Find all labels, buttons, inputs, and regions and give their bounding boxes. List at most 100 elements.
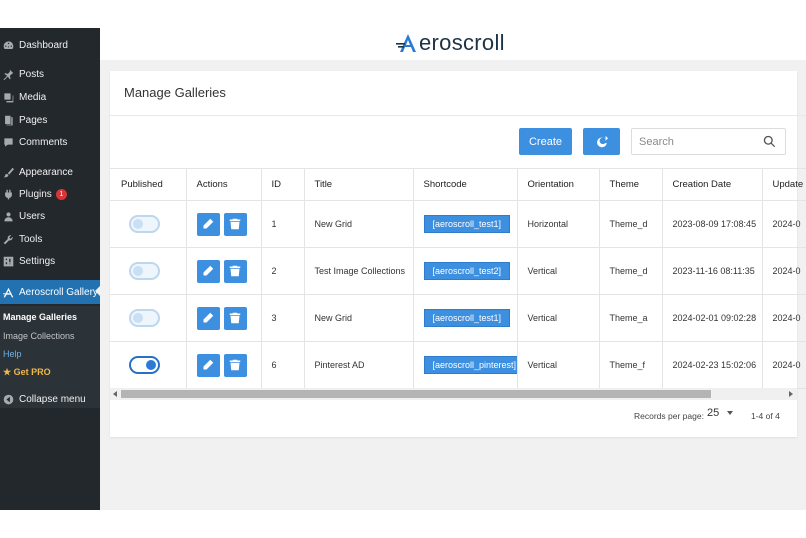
shortcode-chip[interactable]: [aeroscroll_test1] bbox=[423, 215, 511, 233]
trash-icon bbox=[229, 218, 241, 230]
column-header-title[interactable]: Title bbox=[304, 168, 414, 201]
submenu-manage-galleries[interactable]: Manage Galleries bbox=[3, 312, 77, 322]
search-icon[interactable] bbox=[763, 135, 776, 148]
cell-orientation: Horizontal bbox=[517, 200, 600, 248]
brush-icon bbox=[2, 166, 14, 178]
settings-icon bbox=[2, 255, 14, 267]
refresh-icon bbox=[597, 135, 608, 148]
sidebar-item-label: Tools bbox=[19, 233, 43, 245]
trash-icon bbox=[229, 359, 241, 371]
cell-update-date: 2024-0 bbox=[762, 247, 806, 295]
sidebar-item-plugins[interactable]: Plugins 1 bbox=[0, 183, 100, 205]
column-header-update-date[interactable]: Update bbox=[762, 168, 806, 201]
chevron-down-icon bbox=[727, 411, 734, 415]
search-field bbox=[631, 128, 786, 155]
delete-button[interactable] bbox=[223, 353, 247, 377]
sidebar-collapse-menu[interactable]: Collapse menu bbox=[0, 388, 100, 410]
page-title: Manage Galleries bbox=[124, 85, 226, 100]
shortcode-chip[interactable]: [aeroscroll_test1] bbox=[423, 309, 511, 327]
column-header-theme[interactable]: Theme bbox=[599, 168, 663, 201]
delete-button[interactable] bbox=[223, 306, 247, 330]
search-input[interactable] bbox=[639, 134, 754, 150]
cell-id: 6 bbox=[261, 341, 305, 389]
pagination-range: 1-4 of 4 bbox=[751, 411, 780, 421]
collapse-menu-label: Collapse menu bbox=[19, 393, 86, 405]
logo-text: eroscroll bbox=[419, 30, 505, 55]
admin-sidebar: Dashboard Posts Media Pages Comments App… bbox=[0, 28, 100, 510]
shortcode-chip[interactable]: [aeroscroll_pinterest] bbox=[423, 356, 516, 374]
wrench-icon bbox=[2, 233, 14, 245]
column-header-published[interactable]: Published bbox=[110, 168, 187, 201]
scrollbar-thumb[interactable] bbox=[121, 390, 711, 398]
submenu-get-pro[interactable]: ★ Get PRO bbox=[3, 367, 51, 378]
submenu-image-collections[interactable]: Image Collections bbox=[3, 331, 75, 341]
delete-button[interactable] bbox=[223, 212, 247, 236]
sidebar-item-appearance[interactable]: Appearance bbox=[0, 161, 100, 183]
column-header-orientation[interactable]: Orientation bbox=[517, 168, 600, 201]
cell-orientation: Vertical bbox=[517, 247, 600, 295]
column-header-creation-date[interactable]: Creation Date bbox=[662, 168, 763, 201]
trash-icon bbox=[229, 265, 241, 277]
sidebar-item-posts[interactable]: Posts bbox=[0, 63, 100, 85]
delete-button[interactable] bbox=[223, 259, 247, 283]
sidebar-item-pages[interactable]: Pages bbox=[0, 109, 100, 131]
sidebar-item-label: Media bbox=[19, 91, 47, 103]
column-header-id[interactable]: ID bbox=[261, 168, 305, 201]
table-row: 3 New Grid [aeroscroll_test1] Vertical T… bbox=[110, 294, 806, 342]
user-icon bbox=[2, 210, 14, 222]
trash-icon bbox=[229, 312, 241, 324]
cell-id: 1 bbox=[261, 200, 305, 248]
scroll-left-icon[interactable] bbox=[113, 391, 117, 397]
sidebar-item-label: Pages bbox=[19, 114, 48, 126]
records-per-page-select[interactable]: 25 bbox=[707, 407, 734, 419]
cell-update-date: 2024-0 bbox=[762, 200, 806, 248]
sidebar-item-tools[interactable]: Tools bbox=[0, 228, 100, 250]
records-per-page-label: Records per page: bbox=[634, 411, 704, 421]
sidebar-item-aeroscroll-gallery[interactable]: Aeroscroll Gallery bbox=[0, 280, 100, 304]
published-toggle[interactable] bbox=[129, 356, 160, 374]
shortcode-chip[interactable]: [aeroscroll_test2] bbox=[423, 262, 511, 280]
table-row: 2 Test Image Collections [aeroscroll_tes… bbox=[110, 247, 806, 295]
cell-id: 2 bbox=[261, 247, 305, 295]
sidebar-item-users[interactable]: Users bbox=[0, 205, 100, 227]
edit-button[interactable] bbox=[196, 353, 220, 377]
cell-update-date: 2024-0 bbox=[762, 294, 806, 342]
create-button[interactable]: Create bbox=[519, 128, 572, 155]
sidebar-item-label: Plugins bbox=[19, 188, 52, 200]
cell-title: New Grid bbox=[304, 200, 414, 248]
cell-theme: Theme_d bbox=[599, 247, 663, 295]
sidebar-item-media[interactable]: Media bbox=[0, 86, 100, 108]
horizontal-scrollbar[interactable] bbox=[110, 388, 797, 400]
edit-button[interactable] bbox=[196, 212, 220, 236]
comment-icon bbox=[2, 136, 14, 148]
media-icon bbox=[2, 91, 14, 103]
sidebar-item-label: Users bbox=[19, 210, 46, 222]
column-header-shortcode[interactable]: Shortcode bbox=[413, 168, 518, 201]
cell-theme: Theme_f bbox=[599, 341, 663, 389]
cell-creation-date: 2024-02-23 15:02:06 bbox=[662, 341, 763, 389]
pages-icon bbox=[2, 114, 14, 126]
sidebar-item-settings[interactable]: Settings bbox=[0, 250, 100, 272]
sidebar-item-label: Settings bbox=[19, 255, 56, 267]
table-row: 6 Pinterest AD [aeroscroll_pinterest] Ve… bbox=[110, 341, 806, 389]
published-toggle[interactable] bbox=[129, 309, 160, 327]
sidebar-item-dashboard[interactable]: Dashboard bbox=[0, 34, 100, 56]
sidebar-item-label: Posts bbox=[19, 68, 45, 80]
sidebar-item-comments[interactable]: Comments bbox=[0, 131, 100, 153]
sidebar-item-label: Dashboard bbox=[19, 39, 68, 51]
submenu-help[interactable]: Help bbox=[3, 349, 22, 359]
edit-button[interactable] bbox=[196, 306, 220, 330]
published-toggle[interactable] bbox=[129, 215, 160, 233]
pencil-icon bbox=[203, 312, 214, 323]
cell-title: New Grid bbox=[304, 294, 414, 342]
scroll-right-icon[interactable] bbox=[789, 391, 793, 397]
refresh-button[interactable] bbox=[583, 128, 620, 155]
aeroscroll-icon bbox=[2, 286, 14, 298]
published-toggle[interactable] bbox=[129, 262, 160, 280]
pencil-icon bbox=[203, 218, 214, 229]
sidebar-item-label: Appearance bbox=[19, 166, 73, 178]
column-header-actions[interactable]: Actions bbox=[186, 168, 262, 201]
cell-title: Pinterest AD bbox=[304, 341, 414, 389]
edit-button[interactable] bbox=[196, 259, 220, 283]
toggle-knob bbox=[133, 313, 143, 323]
